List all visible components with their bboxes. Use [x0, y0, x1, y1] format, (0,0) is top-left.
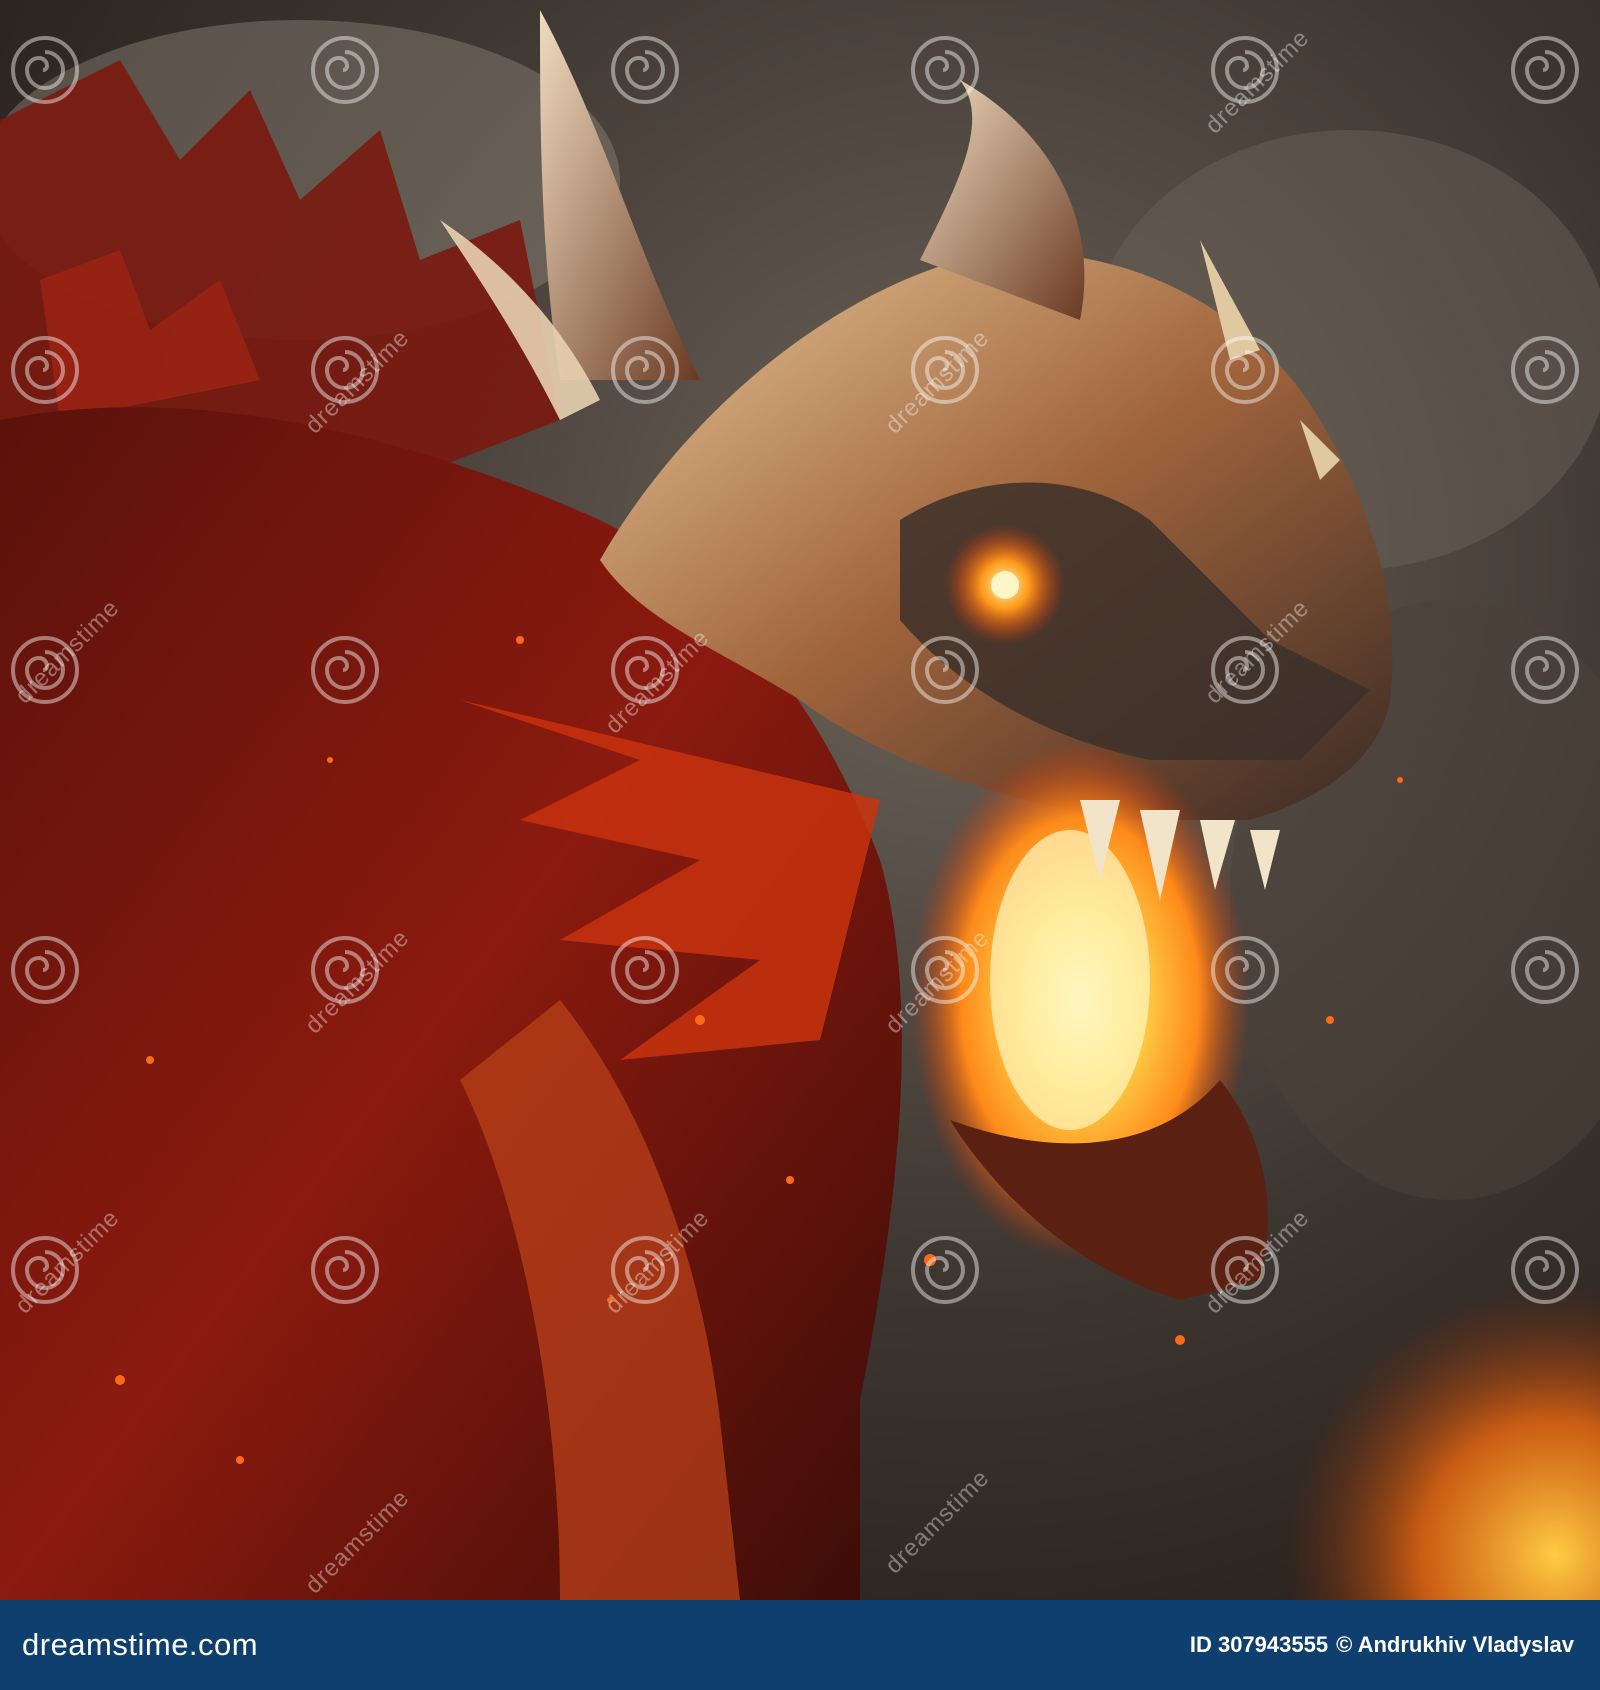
author-credit[interactable]: © Andrukhiv Vladyslav [1336, 1632, 1574, 1658]
stock-photo-frame: dreamstime dreamstime dreamstime dreamstime… [0, 0, 1600, 1690]
ground-flames [1150, 1150, 1600, 1600]
dragon-artwork-svg [0, 0, 1600, 1600]
eye-pupil-glow [991, 571, 1019, 599]
image-id: ID 307943555 [1189, 1632, 1329, 1657]
dragon-illustration [0, 0, 1600, 1600]
stock-photo-footer: dreamstime.com ID 307943555 © Andrukhiv … [0, 1600, 1600, 1690]
fire-core [990, 830, 1150, 1130]
image-credit: ID 307943555 © Andrukhiv Vladyslav [1190, 1632, 1574, 1658]
dreamstime-logo[interactable]: dreamstime.com [22, 1627, 258, 1663]
